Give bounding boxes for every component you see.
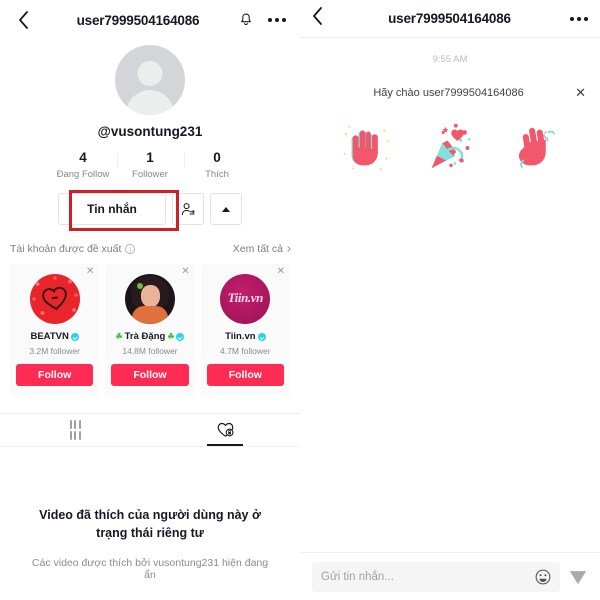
avatar-body bbox=[126, 90, 174, 115]
account-avatar: Tiin.vn bbox=[220, 274, 271, 324]
suggested-accounts-header: Tài khoản được đề xuất i Xem tất cả bbox=[0, 241, 300, 257]
close-icon[interactable]: ✕ bbox=[277, 267, 285, 277]
see-all-label: Xem tất cả bbox=[232, 243, 283, 255]
header-actions bbox=[238, 12, 286, 28]
sticker-suggestions bbox=[300, 115, 600, 177]
account-followers: 4.7M follower bbox=[220, 346, 271, 356]
avatar-face bbox=[140, 285, 160, 307]
account-name: Trà Đặng bbox=[124, 331, 166, 342]
chat-timestamp: 9:55 AM bbox=[432, 54, 468, 65]
profile-stats: 4 Đang Follow 1 Follower 0 Thích bbox=[0, 150, 300, 180]
chat-header: user7999504164086 bbox=[300, 0, 600, 38]
clover-emoji-icon: ☘ bbox=[115, 332, 123, 341]
close-icon[interactable]: ✕ bbox=[86, 267, 94, 277]
suggested-title: Tài khoản được đề xuất bbox=[10, 243, 122, 255]
chevron-right-icon bbox=[285, 246, 291, 252]
message-placeholder: Gửi tin nhắn... bbox=[321, 570, 394, 583]
heart-lock-icon bbox=[217, 422, 233, 437]
avatar-head bbox=[137, 61, 163, 86]
suggested-accounts-list: ✕ BEATVN 3.2M follower Follow ✕ ☘ Trà Đặ… bbox=[0, 264, 300, 395]
clover-emoji-icon: ☘ bbox=[167, 332, 175, 341]
raised-hand-sticker[interactable] bbox=[502, 115, 564, 177]
profile-tabbar bbox=[0, 413, 300, 447]
close-icon[interactable]: ✕ bbox=[575, 86, 586, 99]
avatar-wrap bbox=[0, 45, 300, 115]
chevron-left-icon[interactable] bbox=[312, 7, 323, 30]
party-popper-heart-sticker[interactable] bbox=[419, 115, 481, 177]
verified-badge-icon bbox=[70, 332, 79, 341]
account-name-row: ☘ Trà Đặng ☘ bbox=[115, 331, 185, 342]
profile-panel: user7999504164086 @vusontung231 4 Đang F… bbox=[0, 0, 300, 600]
message-input[interactable]: Gửi tin nhắn... bbox=[312, 561, 560, 592]
suggested-card[interactable]: ✕ ☘ Trà Đặng ☘ 14.8M follower Follow bbox=[105, 264, 195, 395]
emoji-smiley-icon[interactable] bbox=[535, 569, 551, 585]
stat-value: 0 bbox=[213, 150, 221, 165]
empty-heading: Video đã thích của người dùng này ở trạn… bbox=[39, 508, 261, 540]
chat-composer: Gửi tin nhắn... bbox=[300, 552, 600, 600]
chat-greeting-prompt: Hãy chào user7999504164086 ✕ bbox=[300, 86, 600, 99]
profile-handle: @vusontung231 bbox=[97, 124, 203, 139]
chevron-left-icon[interactable] bbox=[12, 9, 34, 31]
expand-button[interactable] bbox=[210, 193, 242, 225]
grid-icon bbox=[69, 419, 81, 441]
follow-button[interactable]: Follow bbox=[111, 364, 189, 386]
see-all-link[interactable]: Xem tất cả bbox=[232, 243, 291, 255]
profile-header: user7999504164086 bbox=[0, 0, 300, 40]
stat-value: 1 bbox=[146, 150, 154, 165]
verified-badge-icon bbox=[176, 332, 185, 341]
stat-label: Follower bbox=[132, 169, 168, 180]
profile-actions: Tin nhắn bbox=[0, 193, 300, 225]
page-title: user7999504164086 bbox=[76, 12, 200, 28]
suggested-card[interactable]: ✕ BEATVN 3.2M follower Follow bbox=[10, 264, 100, 395]
account-avatar bbox=[124, 274, 175, 324]
account-name: BEATVN bbox=[30, 331, 69, 342]
verified-badge-icon bbox=[257, 332, 266, 341]
default-avatar-icon[interactable] bbox=[115, 45, 185, 115]
beatvn-heart-logo bbox=[41, 286, 67, 311]
stat-label: Thích bbox=[205, 169, 229, 180]
info-circle-icon[interactable]: i bbox=[125, 244, 136, 254]
empty-subtext: Các video được thích bởi vusontung231 hi… bbox=[31, 556, 269, 581]
more-dots-icon[interactable] bbox=[570, 16, 588, 21]
avatar-hair-accessory bbox=[136, 283, 143, 289]
suggested-card[interactable]: ✕ Tiin.vn Tiin.vn 4.7M follower Follow bbox=[200, 264, 290, 395]
stat-likes[interactable]: 0 Thích bbox=[183, 150, 251, 180]
message-button[interactable]: Tin nhắn bbox=[58, 193, 166, 225]
dual-screenshot: user7999504164086 @vusontung231 4 Đang F… bbox=[0, 0, 600, 600]
add-user-icon[interactable] bbox=[172, 193, 204, 225]
stat-followers[interactable]: 1 Follower bbox=[116, 150, 184, 180]
chat-panel: user7999504164086 9:55 AM Hãy chào user7… bbox=[300, 0, 600, 600]
account-name-row: BEATVN bbox=[30, 331, 79, 342]
close-icon[interactable]: ✕ bbox=[181, 267, 189, 277]
account-name-row: Tiin.vn bbox=[225, 331, 266, 342]
account-followers: 14.8M follower bbox=[122, 346, 178, 356]
account-name: Tiin.vn bbox=[225, 331, 256, 342]
stat-label: Đang Follow bbox=[56, 169, 110, 180]
greeting-text: Hãy chào user7999504164086 bbox=[373, 86, 524, 99]
chat-title: user7999504164086 bbox=[388, 11, 511, 26]
tab-liked[interactable] bbox=[150, 414, 300, 446]
tiin-logo-text: Tiin.vn bbox=[227, 290, 264, 306]
bell-icon[interactable] bbox=[238, 12, 254, 28]
send-paper-plane-icon[interactable] bbox=[568, 567, 588, 587]
caret-up-icon bbox=[222, 206, 230, 212]
stat-value: 4 bbox=[79, 150, 87, 165]
empty-state: Video đã thích của người dùng này ở trạn… bbox=[0, 447, 300, 581]
account-followers: 3.2M follower bbox=[29, 346, 80, 356]
account-avatar bbox=[29, 274, 80, 324]
stat-following[interactable]: 4 Đang Follow bbox=[50, 150, 117, 180]
waving-hand-sticker[interactable] bbox=[336, 115, 398, 177]
tab-videos[interactable] bbox=[0, 414, 150, 446]
follow-button[interactable]: Follow bbox=[16, 364, 94, 386]
follow-button[interactable]: Follow bbox=[206, 364, 284, 386]
more-dots-icon[interactable] bbox=[268, 18, 286, 22]
avatar-dress bbox=[131, 306, 168, 324]
